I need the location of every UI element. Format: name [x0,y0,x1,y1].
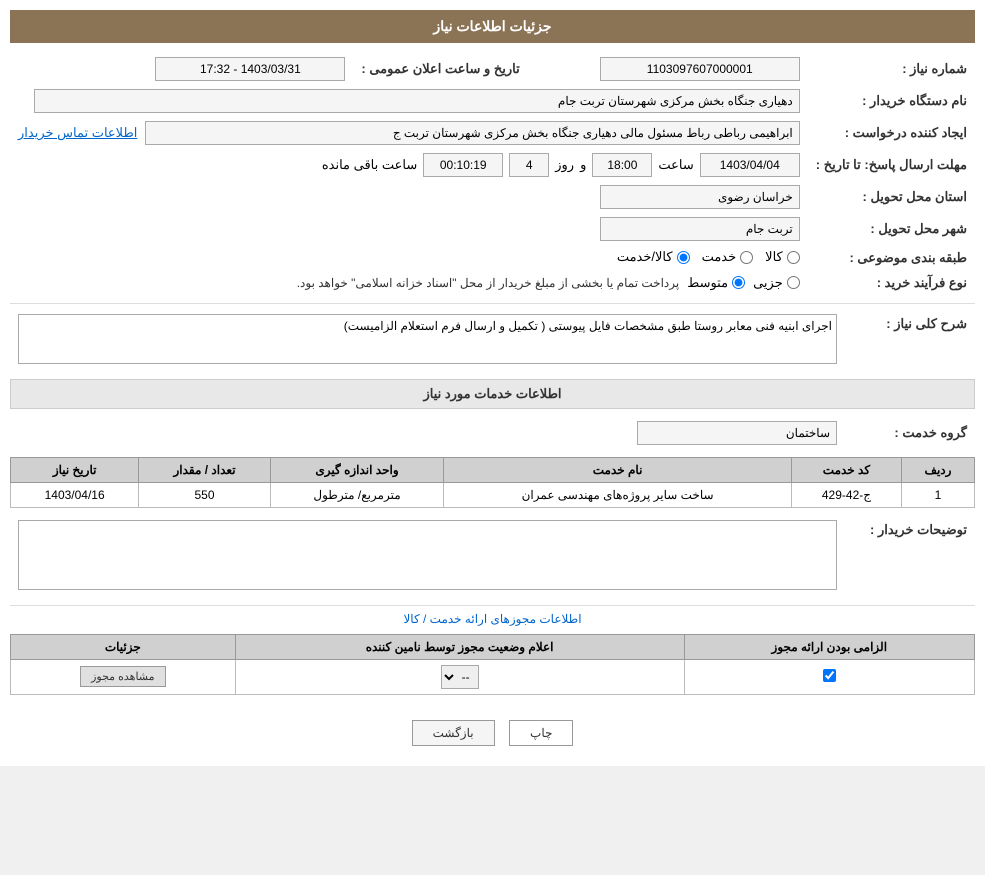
sharh-label: شرح کلی نیاز : [845,310,975,371]
tabaghe-radios: کالا خدمت کالا/خدمت [10,245,808,271]
tarikh-label: تاریخ و ساعت اعلان عمومی : [353,53,527,85]
shahr-input[interactable] [600,217,800,241]
mohlat-label: مهلت ارسال پاسخ: تا تاریخ : [808,149,975,181]
elzami-checkbox[interactable] [823,669,836,682]
desc-table: توضیحات خریدار : [10,516,975,597]
tabaghe-label: طبقه بندی موضوعی : [808,245,975,271]
farayand-value: جزیی متوسط پرداخت تمام یا بخشی از مبلغ خ… [10,271,808,295]
farayand-desc: پرداخت تمام یا بخشی از مبلغ خریدار از مح… [297,276,680,290]
ijad-konande-input[interactable] [145,121,799,145]
radio-jozee-label[interactable]: جزیی [753,275,800,291]
ostan-label: استان محل تحویل : [808,181,975,213]
radio-motavsat[interactable] [732,276,745,289]
tarikh-input[interactable] [155,57,345,81]
sharh-textarea[interactable] [18,314,837,364]
page-wrapper: جزئیات اطلاعات نیاز شماره نیاز : تاریخ و… [0,0,985,766]
page-title: جزئیات اطلاعات نیاز [10,10,975,43]
cell-name: ساخت سایر پروژه‌های مهندسی عمران [444,482,792,507]
saat-label: ساعت [658,157,693,173]
col-joziat: جزئیات [11,634,236,659]
desc-value [10,516,845,597]
shahr-label: شهر محل تحویل : [808,213,975,245]
radio-kala-khedmat[interactable] [677,251,690,264]
license-subtitle: اطلاعات مجوزهای ارائه خدمت / کالا [10,612,975,626]
service-table: ردیف کد خدمت نام خدمت واحد اندازه گیری ت… [10,457,975,508]
separator1 [10,303,975,304]
col-tedad: تعداد / مقدار [139,457,271,482]
back-button[interactable]: بازگشت [412,720,495,746]
table-row: -- مشاهده مجوز [11,659,975,694]
ijad-konande-label: ایجاد کننده درخواست : [808,117,975,149]
shomara-niaz-label: شماره نیاز : [808,53,975,85]
col-kod: کد خدمت [791,457,901,482]
desc-label: توضیحات خریدار : [845,516,975,597]
name-dastgah-label: نام دستگاه خریدار : [808,85,975,117]
sharh-value: // Set textarea value from data document… [10,310,845,371]
radio-khedmat-label[interactable]: خدمت [702,249,754,265]
alam-vaziat-select[interactable]: -- [441,665,479,689]
col-tarikh: تاریخ نیاز [11,457,139,482]
shahr-value [10,213,808,245]
cell-tedad: 550 [139,482,271,507]
cell-vahed: مترمربع/ مترطول [270,482,443,507]
col-elzami: الزامی بودن ارائه مجوز [684,634,974,659]
service-group-table: گروه خدمت : [10,417,975,449]
mohlat-roz-input[interactable] [509,153,549,177]
tarikh-value [10,53,353,85]
cell-radif: 1 [901,482,974,507]
radio-jozee-text: جزیی [753,275,783,291]
radio-motavsat-label[interactable]: متوسط [687,275,745,291]
print-button[interactable]: چاپ [509,720,573,746]
sharh-table: شرح کلی نیاز : // Set textarea value fro… [10,310,975,371]
cell-elzami [684,659,974,694]
shomara-niaz-value [528,53,808,85]
desc-textarea[interactable] [18,520,837,590]
shomara-niaz-input[interactable] [600,57,800,81]
radio-kala-label[interactable]: کالا [765,249,800,265]
farayand-label: نوع فرآیند خرید : [808,271,975,295]
name-dastgah-value [10,85,808,117]
radio-motavsat-text: متوسط [687,275,728,291]
col-radif: ردیف [901,457,974,482]
service-group-input[interactable] [637,421,837,445]
radio-kala-khedmat-text: کالا/خدمت [617,249,673,265]
service-group-label: گروه خدمت : [845,417,975,449]
cell-joziat: مشاهده مجوز [11,659,236,694]
separator2 [10,605,975,606]
radio-jozee[interactable] [787,276,800,289]
cell-tarikh: 1403/04/16 [11,482,139,507]
radio-khedmat[interactable] [740,251,753,264]
radio-kala-text: کالا [765,249,783,265]
mohlat-time-input[interactable] [592,153,652,177]
license-table: الزامی بودن ارائه مجوز اعلام وضعیت مجوز … [10,634,975,695]
roz-label: و [580,157,586,173]
col-alam-vaziat: اعلام وضعیت مجوز توسط نامین کننده [235,634,684,659]
baghi-mande-label: ساعت باقی مانده [322,157,417,173]
mohlat-saat-input[interactable] [423,153,503,177]
ostan-value [10,181,808,213]
view-license-button[interactable]: مشاهده مجوز [80,666,165,687]
mohlat-date-input[interactable] [700,153,800,177]
radio-kala-khedmat-label[interactable]: کالا/خدمت [617,249,690,265]
radio-khedmat-text: خدمت [702,249,737,265]
cell-alam-vaziat: -- [235,659,684,694]
ostan-input[interactable] [600,185,800,209]
radio-kala[interactable] [787,251,800,264]
table-row: 1 ج-42-429 ساخت سایر پروژه‌های مهندسی عم… [11,482,975,507]
col-name: نام خدمت [444,457,792,482]
buttons-row: چاپ بازگشت [10,710,975,756]
col-vahed: واحد اندازه گیری [270,457,443,482]
contact-info-link[interactable]: اطلاعات تماس خریدار [18,125,137,141]
cell-kod: ج-42-429 [791,482,901,507]
mohlat-value: ساعت و روز ساعت باقی مانده [10,149,808,181]
service-info-title: اطلاعات خدمات مورد نیاز [10,379,975,409]
service-group-value [10,417,845,449]
ijad-konande-value: اطلاعات تماس خریدار [10,117,808,149]
name-dastgah-input[interactable] [34,89,800,113]
roz-label2: روز [555,157,574,173]
main-info-table: شماره نیاز : تاریخ و ساعت اعلان عمومی : … [10,53,975,295]
